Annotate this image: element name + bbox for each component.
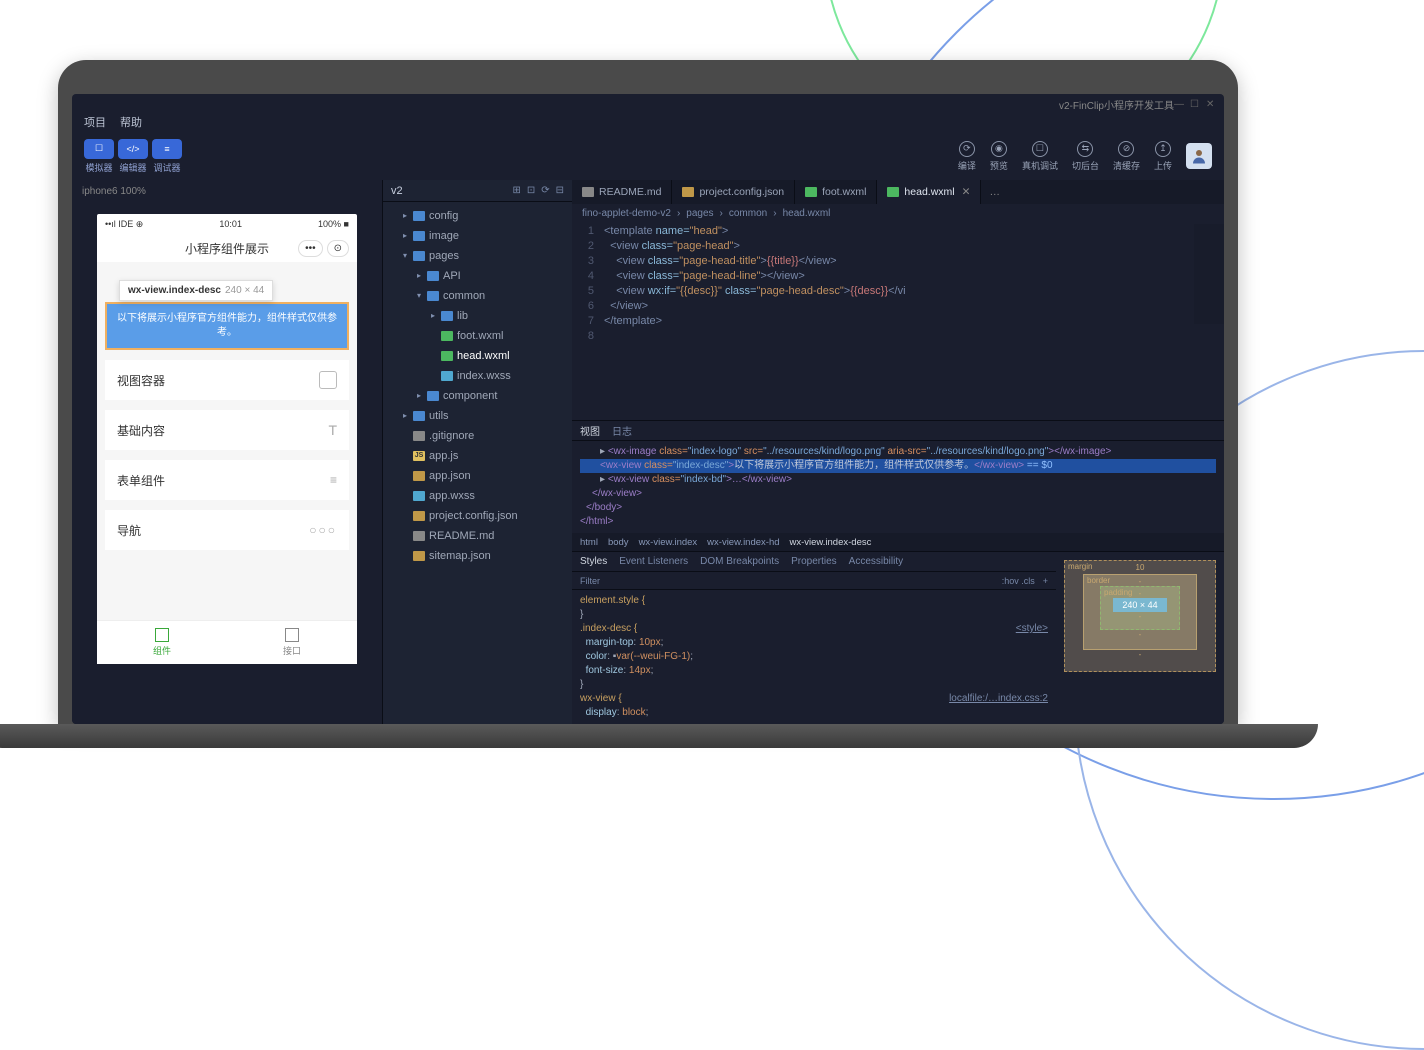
tree-file[interactable]: app.json — [383, 466, 572, 486]
tree-folder[interactable]: ▾pages — [383, 246, 572, 266]
dom-breadcrumb: html body wx-view.index wx-view.index-hd… — [572, 533, 1224, 551]
simulator-panel: iphone6 100% ••ıl IDE ⊕ 10:01 100% ■ 小程序… — [72, 180, 382, 724]
tree-folder[interactable]: ▸utils — [383, 406, 572, 426]
debugger-button[interactable]: ≡调试器 — [152, 139, 182, 174]
maximize-icon[interactable]: ☐ — [1190, 99, 1200, 109]
more-icon: ○○○ — [309, 523, 337, 537]
list-item[interactable]: 导航○○○ — [105, 510, 349, 550]
selected-element[interactable]: 以下将展示小程序官方组件能力，组件样式仅供参考。 — [105, 302, 349, 350]
titlebar: v2-FinClip小程序开发工具 — ☐ ✕ — [72, 94, 1224, 114]
devtools: 视图 日志 ▸ <wx-image class="index-logo" src… — [572, 420, 1224, 724]
list-item[interactable]: 视图容器 — [105, 360, 349, 400]
dombp-tab[interactable]: DOM Breakpoints — [700, 556, 779, 567]
tab-api[interactable]: 接口 — [227, 621, 357, 664]
tree-folder[interactable]: ▸config — [383, 206, 572, 226]
list-icon: ≡ — [330, 473, 337, 487]
breadcrumb: fino-applet-demo-v2› pages› common› head… — [572, 204, 1224, 222]
devtools-tab-log[interactable]: 日志 — [612, 423, 632, 438]
close-tab-icon[interactable]: ✕ — [962, 186, 971, 198]
editor-panel: README.md project.config.json foot.wxml … — [572, 180, 1224, 724]
tab-foot[interactable]: foot.wxml — [795, 180, 877, 204]
css-rules[interactable]: element.style { } <style>.index-desc { m… — [572, 590, 1056, 724]
laptop-frame: v2-FinClip小程序开发工具 — ☐ ✕ 项目 帮助 ☐模拟器 </>编辑… — [58, 60, 1238, 748]
tree-folder[interactable]: ▸API — [383, 266, 572, 286]
tree-file[interactable]: head.wxml — [383, 346, 572, 366]
hov-toggle[interactable]: :hov .cls — [1002, 576, 1035, 586]
menubar: 项目 帮助 — [72, 114, 1224, 132]
minimize-icon[interactable]: — — [1174, 99, 1184, 109]
new-folder-icon[interactable]: ⊡ — [527, 185, 535, 196]
tree-folder[interactable]: ▸image — [383, 226, 572, 246]
background-button[interactable]: ⇆切后台 — [1072, 141, 1099, 172]
tree-file[interactable]: project.config.json — [383, 506, 572, 526]
phone-tabbar: 组件 接口 — [97, 620, 357, 664]
page-title: 小程序组件展示 — [185, 240, 269, 257]
simulator-button[interactable]: ☐模拟器 — [84, 139, 114, 174]
tab-components[interactable]: 组件 — [97, 621, 227, 664]
tree-file[interactable]: JSapp.js — [383, 446, 572, 466]
refresh-icon[interactable]: ⟳ — [541, 185, 549, 196]
remote-debug-button[interactable]: ☐真机调试 — [1022, 141, 1058, 172]
tree-file[interactable]: foot.wxml — [383, 326, 572, 346]
minimap[interactable] — [1194, 224, 1224, 324]
project-name: v2 — [391, 185, 403, 197]
tree-file[interactable]: README.md — [383, 526, 572, 546]
props-tab[interactable]: Properties — [791, 556, 837, 567]
close-icon[interactable]: ✕ — [1206, 99, 1216, 109]
tree-file[interactable]: app.wxss — [383, 486, 572, 506]
preview-button[interactable]: ◉预览 — [990, 141, 1008, 172]
add-rule-icon[interactable]: + — [1043, 576, 1048, 586]
compile-button[interactable]: ⟳编译 — [958, 141, 976, 172]
toolbar: ☐模拟器 </>编辑器 ≡调试器 ⟳编译 ◉预览 ☐真机调试 ⇆切后台 ⊘清缓存… — [72, 132, 1224, 180]
box-model: margin10 border- padding- 240 × 44 - - - — [1056, 552, 1224, 724]
container-icon — [319, 371, 337, 389]
collapse-icon[interactable]: ⊟ — [556, 185, 564, 196]
phone-preview: ••ıl IDE ⊕ 10:01 100% ■ 小程序组件展示 •••⊙ wx-… — [97, 214, 357, 664]
new-file-icon[interactable]: ⊞ — [512, 185, 520, 196]
file-explorer: v2 ⊞ ⊡ ⟳ ⊟ ▸config ▸image ▾pages ▸API ▾c… — [382, 180, 572, 724]
tree-folder[interactable]: ▾common — [383, 286, 572, 306]
tree-folder[interactable]: ▸lib — [383, 306, 572, 326]
dom-tree[interactable]: ▸ <wx-image class="index-logo" src="../r… — [572, 441, 1224, 533]
editor-tabs: README.md project.config.json foot.wxml … — [572, 180, 1224, 204]
text-icon: T — [328, 422, 337, 438]
menu-help[interactable]: 帮助 — [120, 114, 142, 132]
inspect-tooltip: wx-view.index-desc240 × 44 — [119, 280, 273, 301]
tree-folder[interactable]: ▸component — [383, 386, 572, 406]
window-title: v2-FinClip小程序开发工具 — [1059, 97, 1174, 112]
clear-cache-button[interactable]: ⊘清缓存 — [1113, 141, 1140, 172]
code-editor[interactable]: 1<template name="head"> 2 <view class="p… — [572, 222, 1224, 346]
close-icon[interactable]: ⊙ — [327, 240, 349, 257]
styles-tab[interactable]: Styles — [580, 556, 607, 567]
avatar[interactable] — [1186, 143, 1212, 169]
tree-file[interactable]: index.wxss — [383, 366, 572, 386]
tab-head[interactable]: head.wxml✕ — [877, 180, 981, 204]
upload-button[interactable]: ↥上传 — [1154, 141, 1172, 172]
list-item[interactable]: 基础内容T — [105, 410, 349, 450]
tree-file[interactable]: .gitignore — [383, 426, 572, 446]
editor-button[interactable]: </>编辑器 — [118, 139, 148, 174]
device-label: iphone6 100% — [82, 186, 146, 197]
phone-status-bar: ••ıl IDE ⊕ 10:01 100% ■ — [97, 214, 357, 234]
devtools-tab-view[interactable]: 视图 — [580, 423, 600, 438]
listeners-tab[interactable]: Event Listeners — [619, 556, 688, 567]
tab-readme[interactable]: README.md — [572, 180, 672, 204]
filter-input[interactable]: Filter — [580, 576, 600, 586]
menu-icon[interactable]: ••• — [298, 240, 323, 257]
styles-panel: Styles Event Listeners DOM Breakpoints P… — [572, 552, 1056, 724]
menu-project[interactable]: 项目 — [84, 114, 106, 132]
tree-file[interactable]: sitemap.json — [383, 546, 572, 566]
phone-nav: 小程序组件展示 •••⊙ — [97, 234, 357, 262]
tab-project-config[interactable]: project.config.json — [672, 180, 795, 204]
a11y-tab[interactable]: Accessibility — [849, 556, 903, 567]
laptop-base — [0, 724, 1318, 748]
list-item[interactable]: 表单组件≡ — [105, 460, 349, 500]
more-tabs-icon[interactable]: … — [981, 180, 1008, 204]
